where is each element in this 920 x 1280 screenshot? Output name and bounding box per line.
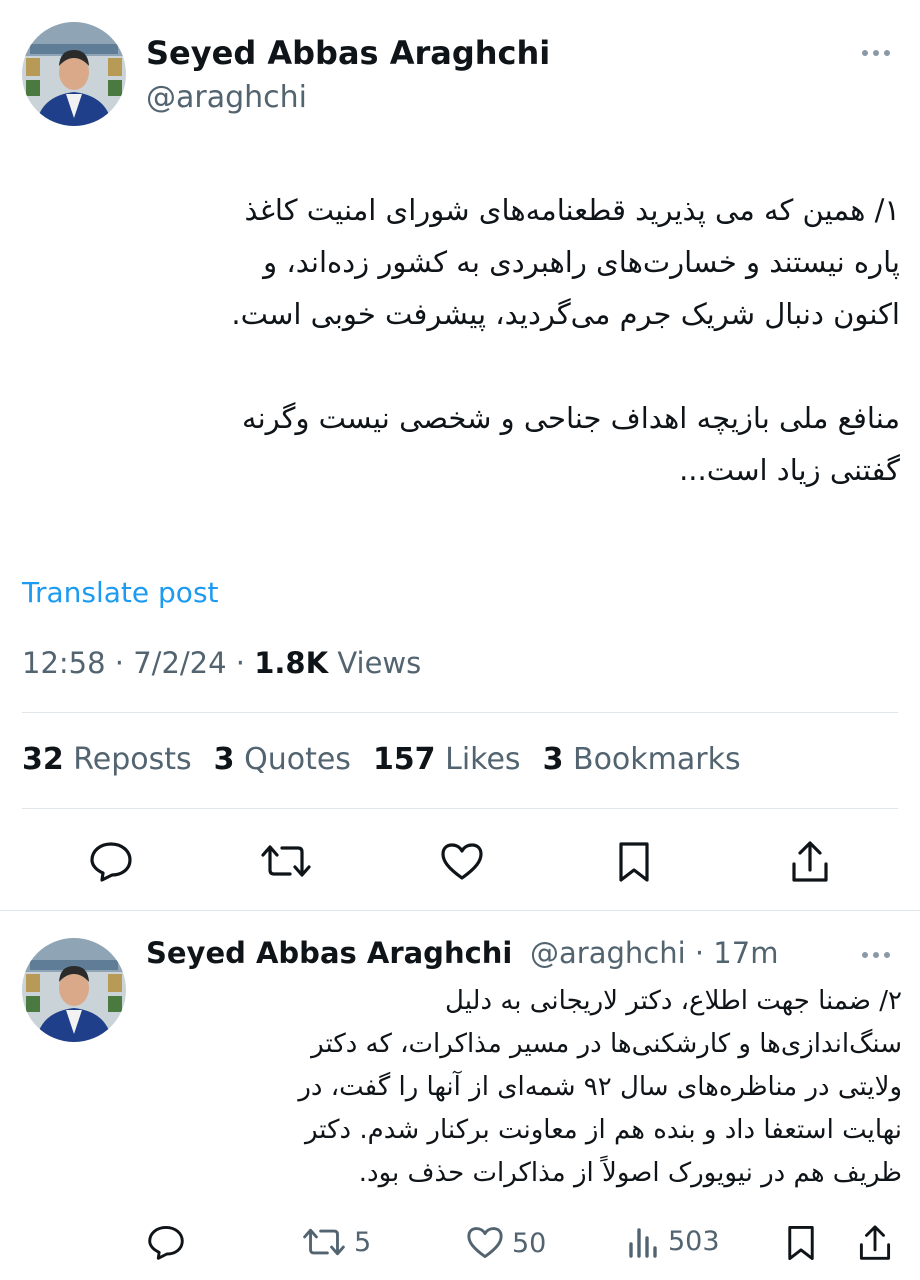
bookmark-icon bbox=[619, 842, 649, 882]
reply-icon bbox=[148, 1225, 184, 1260]
divider bbox=[22, 808, 898, 809]
reply-button[interactable] bbox=[88, 840, 134, 882]
views-label: Views bbox=[337, 646, 422, 680]
translate-post-link[interactable]: Translate post bbox=[22, 576, 219, 609]
post-time[interactable]: 12:58 bbox=[22, 646, 106, 680]
author-handle-and-time[interactable]: @araghchi · 17m bbox=[530, 936, 778, 970]
heart-icon bbox=[441, 843, 483, 880]
divider bbox=[22, 712, 898, 713]
author-name[interactable]: Seyed Abbas Araghchi bbox=[146, 34, 550, 72]
repost-button[interactable] bbox=[260, 842, 312, 880]
like-count: 50 bbox=[512, 1227, 547, 1259]
share-button[interactable] bbox=[858, 1224, 892, 1262]
post-date[interactable]: 7/2/24 bbox=[133, 646, 226, 680]
avatar-photo bbox=[22, 22, 126, 126]
author-name[interactable]: Seyed Abbas Araghchi bbox=[146, 936, 512, 970]
repost-button[interactable]: 5 bbox=[302, 1226, 371, 1258]
repost-icon bbox=[303, 1228, 345, 1256]
bookmark-button[interactable] bbox=[617, 840, 651, 884]
engagement-stats: 32 Reposts 3 Quotes 157 Likes 3 Bookmark… bbox=[22, 742, 741, 777]
views-count: 503 bbox=[668, 1225, 720, 1257]
views-button[interactable]: 503 bbox=[626, 1224, 720, 1258]
reply-icon bbox=[90, 842, 132, 882]
likes-stat[interactable]: 157 Likes bbox=[373, 742, 521, 777]
repost-icon bbox=[261, 845, 311, 877]
share-icon bbox=[792, 841, 828, 882]
repost-count: 5 bbox=[354, 1226, 372, 1258]
author-handle[interactable]: @araghchi bbox=[530, 936, 686, 970]
quotes-stat[interactable]: 3 Quotes bbox=[214, 742, 351, 777]
like-button[interactable] bbox=[440, 842, 484, 882]
post-meta: 12:58 · 7/2/24 · 1.8K Views bbox=[22, 646, 422, 680]
bookmark-icon bbox=[788, 1225, 814, 1261]
like-button[interactable]: 50 bbox=[466, 1226, 546, 1260]
bookmarks-stat[interactable]: 3 Bookmarks bbox=[543, 742, 741, 777]
views-icon bbox=[629, 1228, 657, 1258]
share-button[interactable] bbox=[790, 840, 830, 884]
author-avatar[interactable] bbox=[22, 938, 126, 1042]
reposts-stat[interactable]: 32 Reposts bbox=[22, 742, 192, 777]
heart-icon bbox=[467, 1227, 503, 1259]
bookmark-button[interactable] bbox=[786, 1224, 816, 1262]
share-icon bbox=[859, 1225, 891, 1260]
author-avatar[interactable] bbox=[22, 22, 126, 126]
author-handle[interactable]: @araghchi bbox=[146, 80, 307, 115]
views-count: 1.8K bbox=[254, 646, 329, 680]
post-body: ۲/ ضمنا جهت اطلاع، دکتر لاریجانی به دلیل… bbox=[298, 986, 902, 1188]
reply-button[interactable] bbox=[146, 1224, 186, 1260]
more-icon[interactable] bbox=[862, 50, 890, 56]
divider bbox=[0, 910, 920, 911]
post-time[interactable]: 17m bbox=[713, 936, 778, 970]
avatar-photo bbox=[22, 938, 126, 1042]
more-icon[interactable] bbox=[862, 952, 890, 958]
post-body: ۱/ همین که می پذیرید قطعنامه‌های شورای ا… bbox=[231, 193, 900, 487]
